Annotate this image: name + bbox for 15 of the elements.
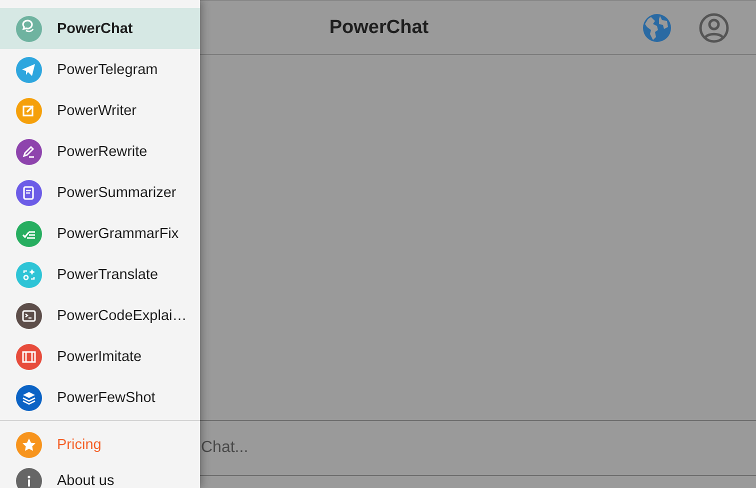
globe-icon[interactable] [642,13,672,43]
drawer-item[interactable]: PowerCodeExplai… [0,295,200,336]
drawer-item[interactable]: PowerRewrite [0,131,200,172]
header-title: PowerChat [329,16,429,38]
account-icon[interactable] [699,13,729,43]
drawer-item[interactable]: PowerGrammarFix [0,213,200,254]
drawer-item[interactable]: PowerFewShot [0,377,200,418]
drawer-item[interactable]: PowerImitate [0,336,200,377]
message-input[interactable]: Chat... [201,433,701,463]
drawer-item[interactable]: PowerTranslate [0,254,200,295]
drawer-item[interactable]: About us [0,463,200,488]
drawer-item[interactable]: PowerSummarizer [0,172,200,213]
drawer-item[interactable]: PowerTelegram [0,49,200,90]
drawer-item[interactable]: PowerChat [0,8,200,49]
drawer-item[interactable]: PowerWriter [0,90,200,131]
